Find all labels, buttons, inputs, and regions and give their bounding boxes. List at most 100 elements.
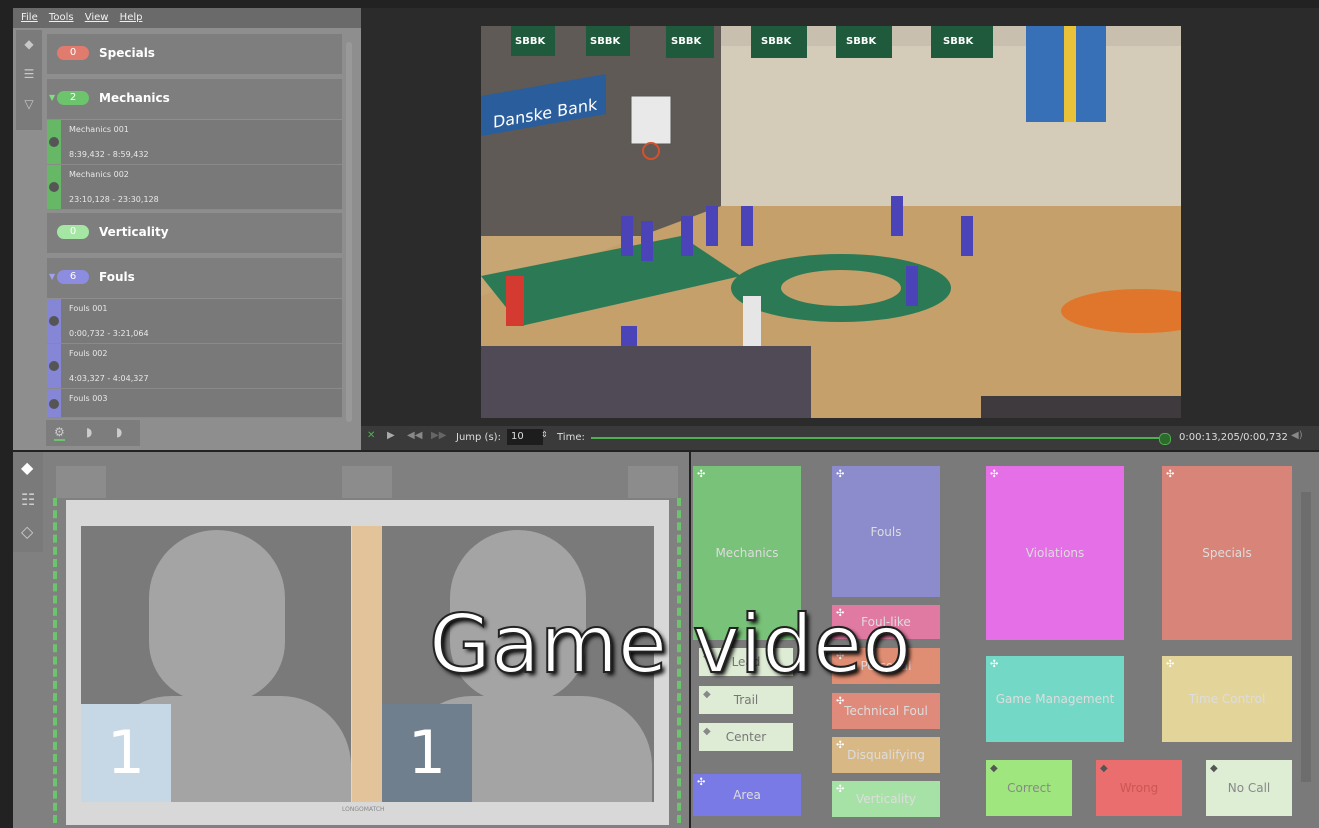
- label-tag-icon: ◆: [990, 763, 998, 774]
- label-tag-icon: ◆: [703, 726, 711, 737]
- category-row-verticality[interactable]: 0 Verticality: [47, 213, 342, 253]
- tag-button-fouls[interactable]: ✣ Fouls: [832, 466, 940, 597]
- banner-text: SBBK: [943, 36, 974, 47]
- tag-icon[interactable]: ◆: [21, 458, 33, 477]
- tag-label: Time Control: [1188, 692, 1266, 706]
- team-tab-icon[interactable]: ⚙: [54, 425, 65, 441]
- banner-text: SBBK: [761, 36, 792, 47]
- event-time: 4:03,327 - 4:04,327: [69, 374, 149, 383]
- category-row-fouls[interactable]: ▼ 6 Fouls: [47, 258, 342, 298]
- menu-view[interactable]: View: [85, 12, 109, 23]
- menu-bar: File Tools View Help: [13, 8, 361, 28]
- tag-button-disqualifying[interactable]: ✣ Disqualifying: [832, 737, 940, 773]
- forward-icon[interactable]: ▶▶: [431, 430, 446, 441]
- sliders-icon[interactable]: ☷: [21, 490, 35, 509]
- drag-handle-icon: ✣: [990, 469, 999, 480]
- player-number: 1: [382, 704, 472, 802]
- result-tag-correct[interactable]: ◆ Correct: [986, 760, 1072, 816]
- jump-input[interactable]: 10: [507, 429, 543, 445]
- tag-label: Disqualifying: [847, 748, 925, 762]
- event-name: Mechanics 002: [69, 170, 129, 179]
- volume-icon[interactable]: ◀): [1291, 430, 1303, 441]
- play-icon[interactable]: ▶: [387, 430, 395, 441]
- position-tag-center[interactable]: ◆ Center: [699, 723, 793, 751]
- rewind-icon[interactable]: ◀◀: [407, 430, 422, 441]
- event-color-bar: [47, 165, 61, 209]
- playback-controls: ✕ ▶ ◀◀ ▶▶ Jump (s): 10 ⇕ Time: 0:00:13,2…: [361, 426, 1319, 450]
- player-number: 1: [81, 704, 171, 802]
- volume-mute-icon[interactable]: ✕: [367, 430, 375, 441]
- banner-text: SBBK: [590, 36, 621, 47]
- home-team-shield-icon[interactable]: [56, 466, 106, 498]
- video-panel: SBBK SBBK SBBK SBBK SBBK SBBK Danske Ban…: [361, 8, 1319, 426]
- menu-tools[interactable]: Tools: [49, 12, 74, 23]
- filter-icon[interactable]: ▽: [22, 98, 36, 110]
- tag-icon[interactable]: ◆: [22, 38, 36, 50]
- tagger-side-toolbar: ◆ ☷ ◇: [13, 452, 43, 552]
- spinner-arrows-icon[interactable]: ⇕: [541, 430, 548, 439]
- label-tag-icon: ◆: [1100, 763, 1108, 774]
- drag-handle-icon: ✣: [836, 784, 845, 795]
- category-label: Fouls: [99, 270, 135, 284]
- expand-arrow-icon[interactable]: ▼: [49, 93, 55, 102]
- event-dot-icon: [49, 137, 59, 147]
- tag-button-technical-foul[interactable]: ✣ Technical Foul: [832, 693, 940, 729]
- event-time: 0:00,732 - 3:21,064: [69, 329, 149, 338]
- event-color-bar: [47, 389, 61, 417]
- tag-label: Violations: [1025, 546, 1085, 560]
- event-row[interactable]: Fouls 001 0:00,732 - 3:21,064: [47, 299, 342, 344]
- event-dot-icon: [49, 316, 59, 326]
- drag-handle-icon: ✣: [1166, 469, 1175, 480]
- tag-label: Area: [733, 788, 761, 802]
- category-label: Mechanics: [99, 91, 170, 105]
- list-icon[interactable]: ☰: [22, 68, 36, 80]
- category-row-mechanics[interactable]: ▼ 2 Mechanics: [47, 79, 342, 119]
- event-color-bar: [47, 299, 61, 343]
- category-label: Specials: [99, 46, 155, 60]
- expand-arrow-icon[interactable]: ▼: [49, 272, 55, 281]
- overlay-caption: Game video: [428, 597, 912, 692]
- tag-outline-icon[interactable]: ◇: [21, 522, 33, 541]
- brand-logo: LONGOMATCH: [342, 806, 385, 813]
- event-color-bar: [47, 120, 61, 164]
- home-shield-icon[interactable]: ◗: [86, 425, 92, 439]
- event-row[interactable]: Fouls 003: [47, 389, 342, 418]
- count-badge: 6: [57, 270, 89, 284]
- menu-help[interactable]: Help: [120, 12, 143, 23]
- tag-label: Fouls: [870, 524, 902, 539]
- category-row-specials[interactable]: 0 Specials: [47, 34, 342, 74]
- tag-button-verticality[interactable]: ✣ Verticality: [832, 781, 940, 817]
- event-time: 23:10,128 - 23:30,128: [69, 195, 159, 204]
- event-name: Fouls 002: [69, 349, 108, 358]
- tag-button-area[interactable]: ✣ Area: [693, 774, 801, 816]
- event-time: 8:39,432 - 8:59,432: [69, 150, 149, 159]
- drag-handle-icon: ✣: [836, 740, 845, 751]
- drag-handle-icon: ✣: [836, 696, 845, 707]
- result-tag-wrong[interactable]: ◆ Wrong: [1096, 760, 1182, 816]
- count-badge: 0: [57, 46, 89, 60]
- label-tag-icon: ◆: [1210, 763, 1218, 774]
- menu-file[interactable]: File: [21, 12, 38, 23]
- category-label: Verticality: [99, 225, 169, 239]
- swap-teams-icon[interactable]: [342, 466, 392, 498]
- tag-label: Verticality: [855, 792, 917, 806]
- event-row[interactable]: Mechanics 002 23:10,128 - 23:30,128: [47, 165, 342, 210]
- seek-handle[interactable]: [1159, 433, 1171, 445]
- event-name: Mechanics 001: [69, 125, 129, 134]
- away-shield-icon[interactable]: ◗: [116, 425, 122, 439]
- result-tag-no-call[interactable]: ◆ No Call: [1206, 760, 1292, 816]
- event-dot-icon: [49, 399, 59, 409]
- basketball-court-image: SBBK SBBK SBBK SBBK SBBK SBBK Danske Ban…: [481, 26, 1181, 418]
- away-team-shield-icon[interactable]: [628, 466, 678, 498]
- event-dot-icon: [49, 182, 59, 192]
- tag-label: Wrong: [1119, 781, 1159, 795]
- time-readout: 0:00:13,205/0:00,732: [1179, 432, 1288, 443]
- event-list-panel: File Tools View Help ◆ ☰ ▽ 0 Specials ▼ …: [13, 8, 361, 450]
- event-row[interactable]: Mechanics 001 8:39,432 - 8:59,432: [47, 120, 342, 165]
- video-frame[interactable]: SBBK SBBK SBBK SBBK SBBK SBBK Danske Ban…: [481, 26, 1181, 418]
- event-list-scrollbar[interactable]: [346, 42, 352, 422]
- tag-label: Mechanics: [715, 546, 779, 560]
- event-row[interactable]: Fouls 002 4:03,327 - 4:04,327: [47, 344, 342, 389]
- tag-label: Correct: [1007, 781, 1051, 795]
- seek-bar[interactable]: [591, 437, 1159, 439]
